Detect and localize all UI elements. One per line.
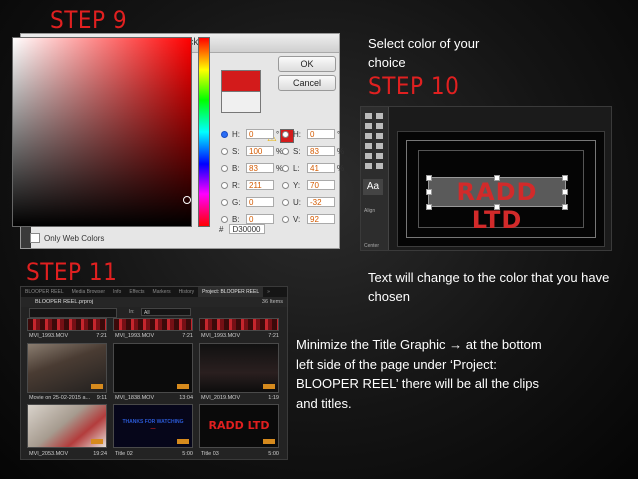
clip-name: Title 02 [115,451,133,457]
project-search-bar: In: All [25,308,283,318]
clip-meta: MVI_2019.MOV 1:19 [201,395,279,401]
resize-handle-top-right[interactable] [562,175,568,181]
step-10-caption: Select color of your choice [368,36,480,70]
resize-handle-top-left[interactable] [426,175,432,181]
title-tools-panel: Aa Align Center [361,107,389,250]
clip-thumbnail[interactable] [27,343,107,393]
clip-duration: 5:00 [268,451,279,457]
project-search-input[interactable] [29,308,117,318]
clip-thumbnail[interactable] [199,318,279,331]
radd-thumb-text: RADD LTD [208,419,270,432]
rectangle-tool-icon[interactable] [365,153,372,159]
thank-you-thumb-text: THANKS FOR WATCHING [122,419,184,425]
clip-thumbnail[interactable] [113,318,193,331]
clip-badge-icon [263,439,275,444]
clip-duration: 13:04 [179,395,193,401]
step-11-caption-top: Text will change to the color that you h… [368,270,610,304]
clip-thumbnail[interactable]: RADD LTD [199,404,279,448]
align-label: Align [364,208,376,214]
clip-name: MVI_1993.MOV [201,333,241,339]
resize-handle-top[interactable] [494,175,500,181]
clip-name: MVI_1838.MOV [115,395,155,401]
panel-tab-7[interactable]: » [263,287,274,297]
clip-duration: 19:24 [93,451,107,457]
saturation-brightness-field[interactable] [12,37,192,227]
line-tool-icon[interactable] [376,163,383,169]
vertical-type-tool-icon[interactable] [376,123,383,129]
pen-tool-icon[interactable] [365,143,372,149]
clip-badge-icon [177,384,189,389]
step-9-heading: STEP 9 [50,6,128,34]
rounded-rectangle-tool-icon[interactable] [376,153,383,159]
clip-name: Movie on 25-02-2015 a... [29,395,91,401]
hue-slider[interactable] [198,37,210,227]
project-name: BLOOPER REEL.prproj [35,299,94,305]
clip-badge-icon [91,384,103,389]
project-panel: BLOOPER REEL Media Browser Info Effects Mark… [20,286,288,460]
clip-duration: 7:21 [182,333,193,339]
clip-badge-icon [263,384,275,389]
path-type-tool-icon[interactable] [376,133,383,139]
panel-tab-6[interactable]: Project: BLOOPER REEL [198,287,264,297]
anchor-tool-icon[interactable] [376,143,383,149]
clip-duration: 7:21 [96,333,107,339]
clip-name: MVI_2019.MOV [201,395,241,401]
title-editor-panel: Aa Align Center RADD LTD [360,106,612,251]
text-style-sample[interactable]: Aa [363,179,383,195]
clip-thumbnail[interactable] [27,318,107,331]
title-canvas[interactable]: RADD LTD [397,131,605,247]
step-11-heading: STEP 11 [26,258,118,286]
resize-handle-bottom-left[interactable] [426,204,432,210]
step-11-caption-bottom: Minimize the Title Graphic → at the bott… [296,337,542,411]
in-filter-select[interactable]: All [141,308,191,316]
clip-meta: MVI_1993.MOV 7:21 [29,333,107,339]
clip-badge-icon [177,439,189,444]
resize-handle-left[interactable] [426,189,432,195]
clip-thumbnail[interactable]: THANKS FOR WATCHING — [113,404,193,448]
panel-tab-2[interactable]: Info [109,287,125,297]
panel-tab-bar: BLOOPER REEL Media Browser Info Effects Mark… [21,287,287,297]
color-field-cursor[interactable] [183,196,191,204]
type-tool-icon[interactable] [365,123,372,129]
resize-handle-bottom-right[interactable] [562,204,568,210]
clip-name: Title 03 [201,451,219,457]
clip-name: MVI_1993.MOV [29,333,69,339]
clip-badge-icon [91,439,103,444]
clip-duration: 5:00 [182,451,193,457]
item-count: 36 Items [261,299,283,305]
clip-duration: 7:21 [268,333,279,339]
clip-meta: Title 03 5:00 [201,451,279,457]
title-text-object[interactable]: RADD LTD [428,177,566,234]
clip-meta: MVI_1993.MOV 7:21 [201,333,279,339]
ellipse-tool-icon[interactable] [365,163,372,169]
clip-meta: Movie on 25-02-2015 a... 9:11 [29,395,107,401]
clip-name: MVI_1993.MOV [115,333,155,339]
thank-you-thumb-sub: — [150,426,156,432]
clip-meta: MVI_1993.MOV 7:21 [115,333,193,339]
clip-meta: Title 02 5:00 [115,451,193,457]
selection-tool-icon[interactable] [365,113,372,119]
clip-meta: MVI_1838.MOV 13:04 [115,395,193,401]
project-header: BLOOPER REEL.prproj 36 Items [21,297,287,307]
clip-thumbnail[interactable] [199,343,279,393]
panel-tab-3[interactable]: Effects [125,287,148,297]
clip-thumbnail[interactable] [113,343,193,393]
panel-tab-5[interactable]: History [175,287,199,297]
panel-tab-4[interactable]: Markers [149,287,175,297]
center-label: Center [364,243,380,249]
resize-handle-bottom[interactable] [494,204,500,210]
clip-name: MVI_2053.MOV [29,451,69,457]
rotation-tool-icon[interactable] [376,113,383,119]
resize-handle-right[interactable] [562,189,568,195]
clip-meta: MVI_2053.MOV 19:24 [29,451,107,457]
in-label: In: [129,309,135,315]
step-10-heading: STEP 10 [368,72,460,100]
clip-duration: 1:19 [268,395,279,401]
panel-tab-0[interactable]: BLOOPER REEL [21,287,68,297]
clip-thumbnail[interactable] [27,404,107,448]
area-type-tool-icon[interactable] [365,133,372,139]
panel-tab-1[interactable]: Media Browser [68,287,109,297]
clip-duration: 9:11 [96,395,107,401]
